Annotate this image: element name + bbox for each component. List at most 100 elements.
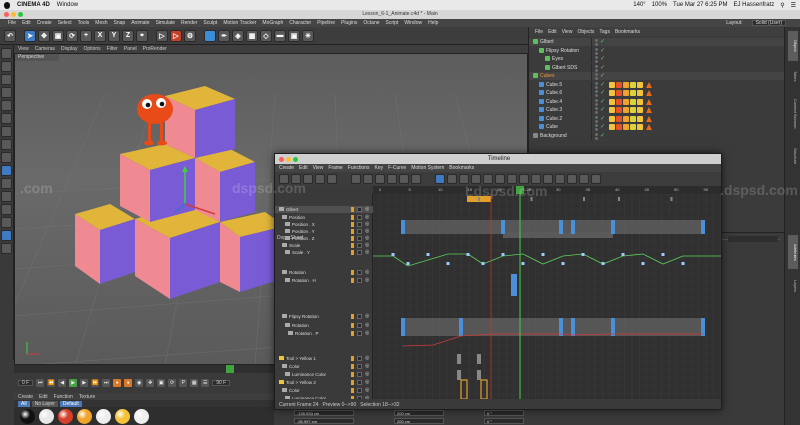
material-swatch[interactable] xyxy=(20,408,35,424)
track-mute-icon[interactable] xyxy=(351,229,354,234)
viewport-solo-icon[interactable] xyxy=(1,230,12,241)
snap-icon[interactable] xyxy=(1,165,12,176)
tab-structure[interactable]: Structure xyxy=(788,141,798,171)
live-selection-icon[interactable]: ➤ xyxy=(24,29,36,42)
material-tag-icon[interactable] xyxy=(616,81,622,88)
scale-icon[interactable]: ▣ xyxy=(52,29,64,42)
timeline-track-row[interactable]: Rotation . H ◎ xyxy=(275,277,373,284)
menu-character[interactable]: Character xyxy=(289,20,311,26)
light-icon[interactable]: ☀ xyxy=(302,29,314,42)
track-lock-icon[interactable]: ◎ xyxy=(365,214,369,220)
material-tag-icon[interactable] xyxy=(637,90,643,96)
model-mode-icon[interactable] xyxy=(1,61,12,72)
material-swatch[interactable] xyxy=(77,408,92,424)
track-lock-icon[interactable]: ◎ xyxy=(365,322,369,328)
track-lock-icon[interactable]: ◎ xyxy=(365,371,369,377)
menu-window[interactable]: Window xyxy=(57,2,78,8)
track-mute-icon[interactable] xyxy=(351,207,354,212)
track-solo-checkbox[interactable] xyxy=(357,364,362,369)
timeline-track-row[interactable]: Color ◎ xyxy=(275,363,373,370)
grid-icon[interactable] xyxy=(1,243,12,254)
phong-tag-icon[interactable] xyxy=(646,81,652,88)
play-icon[interactable]: ▶ xyxy=(69,379,78,387)
viewport-menu-view[interactable]: View xyxy=(18,46,29,52)
track-lock-icon[interactable]: ◎ xyxy=(365,330,369,336)
tab-takes[interactable]: Takes xyxy=(788,65,798,87)
viewport-camera-label[interactable]: Perspective xyxy=(15,54,59,61)
render-picture-viewer-icon[interactable]: ▷ xyxy=(170,29,182,42)
ripple-icon[interactable] xyxy=(315,174,325,184)
track-solo-checkbox[interactable] xyxy=(357,215,362,220)
timeline-key-area[interactable] xyxy=(373,194,721,399)
enabled-check-icon[interactable]: ✓ xyxy=(600,132,605,139)
material-menu-edit[interactable]: Edit xyxy=(39,394,48,400)
material-tag-icon[interactable] xyxy=(609,98,615,105)
track-solo-checkbox[interactable] xyxy=(357,207,362,212)
pla-key-icon[interactable]: ▦ xyxy=(190,379,199,387)
timeline-track-row[interactable]: Rotation ◎ xyxy=(275,269,373,276)
object-row[interactable]: Cube.2 ✓ xyxy=(529,114,785,123)
timeline-track-row[interactable]: Tool > Yellow 1 ◎ xyxy=(275,355,373,362)
objects-menu-objects[interactable]: Objects xyxy=(577,29,594,35)
track-mute-icon[interactable] xyxy=(351,278,354,283)
material-tag-icon[interactable] xyxy=(616,90,622,96)
mini-timeline-ruler[interactable] xyxy=(14,365,274,373)
apple-icon[interactable] xyxy=(4,1,10,9)
zoom-timeline-button[interactable] xyxy=(293,157,298,162)
track-mute-icon[interactable] xyxy=(351,331,354,336)
phong-tag-icon[interactable] xyxy=(646,107,652,113)
end-frame-field[interactable]: 90 F xyxy=(212,380,231,386)
material-swatch[interactable] xyxy=(96,408,111,424)
material-tag-icon[interactable] xyxy=(616,115,622,122)
viewport-menu-options[interactable]: Options xyxy=(83,46,100,52)
position-x-field[interactable]: -135.533 cm xyxy=(294,410,354,416)
menu-sculpt[interactable]: Sculpt xyxy=(203,20,217,26)
menu-snap[interactable]: Snap xyxy=(114,20,126,26)
editor-visibility-dot[interactable] xyxy=(595,47,598,51)
menu-octane[interactable]: Octane xyxy=(363,20,379,26)
material-tag-icon[interactable] xyxy=(623,81,629,88)
enabled-check-icon[interactable]: ✓ xyxy=(600,98,605,105)
objects-menu-bookmarks[interactable]: Bookmarks xyxy=(615,29,640,35)
search-icon[interactable]: ⚲ xyxy=(780,2,784,9)
floor-icon[interactable]: ▬ xyxy=(274,29,286,42)
timeline-ruler[interactable]: 0 5 10 15 20 25 30 35 40 45 50 55 xyxy=(373,186,721,194)
link-view-icon[interactable] xyxy=(327,174,337,184)
track-mute-icon[interactable] xyxy=(351,222,354,227)
next-frame-icon[interactable]: ▶ xyxy=(80,379,89,387)
material-tag-icon[interactable] xyxy=(616,107,622,113)
track-lock-icon[interactable]: ◎ xyxy=(365,221,369,227)
object-row[interactable]: Cube.5 ✓ xyxy=(529,80,785,89)
size-y-field[interactable]: 200 cm xyxy=(394,418,444,424)
subdivision-icon[interactable]: ◈ xyxy=(232,29,244,42)
material-tag-icon[interactable] xyxy=(630,124,636,130)
material-tag-icon[interactable] xyxy=(637,98,643,105)
magnet-icon[interactable] xyxy=(1,178,12,189)
enabled-check-icon[interactable]: ✓ xyxy=(600,47,605,54)
track-lock-icon[interactable]: ◎ xyxy=(365,206,369,212)
menu-animate[interactable]: Animate xyxy=(131,20,149,26)
object-row[interactable]: Eyes ✓ xyxy=(529,55,785,63)
viewport-menu-panel[interactable]: Panel xyxy=(124,46,137,52)
minimize-window-button[interactable] xyxy=(11,12,16,17)
enabled-check-icon[interactable]: ✓ xyxy=(600,106,605,113)
object-row[interactable]: Background ✓ xyxy=(529,131,785,140)
material-tag-icon[interactable] xyxy=(630,81,636,88)
scale-key-icon[interactable]: ▣ xyxy=(157,379,166,387)
camera-icon[interactable]: ▣ xyxy=(288,29,300,42)
editor-visibility-dot[interactable] xyxy=(595,90,598,93)
track-mute-icon[interactable] xyxy=(351,314,354,319)
viewport-menu-prorender[interactable]: ProRender xyxy=(143,46,167,52)
previous-key-icon[interactable]: ⏪ xyxy=(47,379,56,387)
phong-tag-icon[interactable] xyxy=(646,124,652,130)
timeline-menu-create[interactable]: Create xyxy=(279,165,294,171)
track-solo-checkbox[interactable] xyxy=(357,331,362,336)
menu-mograph[interactable]: MoGraph xyxy=(262,20,283,26)
timeline-track-row[interactable]: Scale ◎ xyxy=(275,242,373,249)
track-lock-icon[interactable]: ◎ xyxy=(365,363,369,369)
track-solo-checkbox[interactable] xyxy=(357,314,362,319)
menu-simulate[interactable]: Simulate xyxy=(156,20,175,26)
deformer-icon[interactable]: ◇ xyxy=(260,29,272,42)
go-to-end-icon[interactable]: ⏭ xyxy=(102,379,111,387)
objects-menu-tags[interactable]: Tags xyxy=(599,29,610,35)
